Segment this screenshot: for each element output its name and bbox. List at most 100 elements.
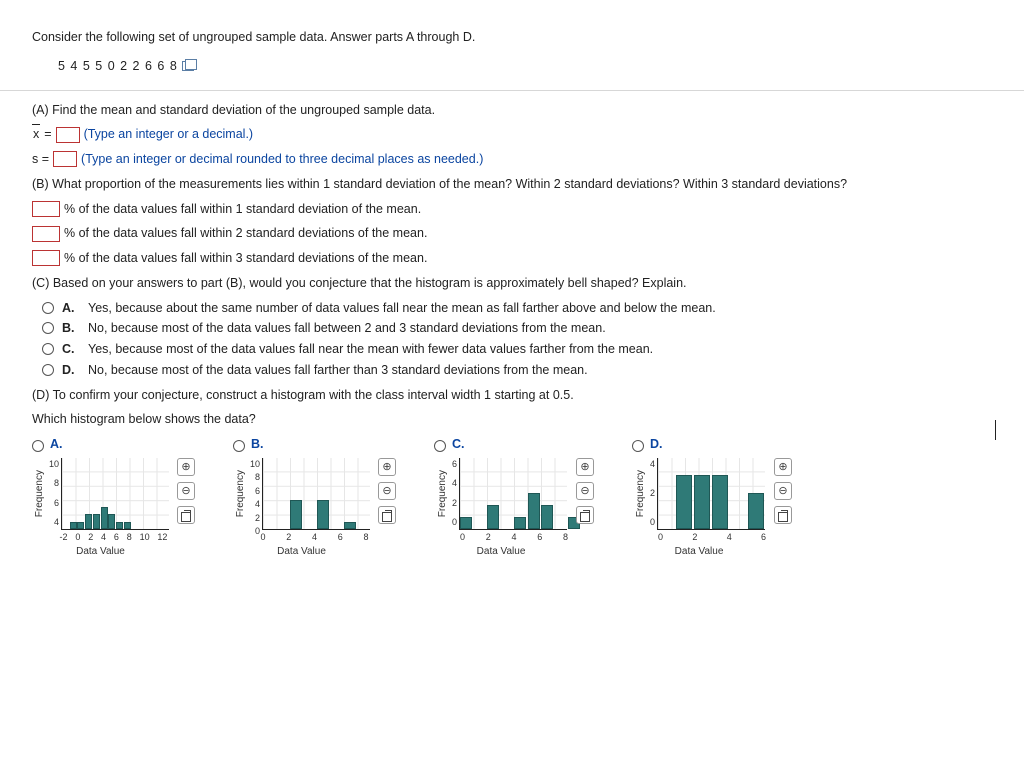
histogram-chart — [459, 458, 567, 530]
y-axis-label: Frequency — [633, 470, 648, 517]
within1-line: % of the data values fall within 1 stand… — [32, 200, 992, 219]
chart-tool-icons — [177, 458, 195, 524]
zoom-out-icon[interactable] — [576, 482, 594, 500]
chart-bar — [344, 522, 356, 529]
chart-bar — [116, 522, 123, 529]
y-axis-label: Frequency — [32, 470, 47, 517]
within3-line: % of the data values fall within 3 stand… — [32, 249, 992, 268]
y-axis-label: Frequency — [435, 470, 450, 517]
part-c-prompt: (C) Based on your answers to part (B), w… — [32, 274, 992, 293]
part-c-options: A. Yes, because about the same number of … — [32, 299, 992, 380]
chart-bar — [77, 522, 84, 529]
chart-bar — [694, 475, 710, 529]
radio-icon[interactable] — [42, 302, 54, 314]
radio-icon[interactable] — [233, 440, 245, 452]
histogram-option-C: C. Frequency642002468Data Value — [434, 435, 594, 559]
within3-input[interactable] — [32, 250, 60, 266]
chart-bar — [528, 493, 540, 529]
option-text: Yes, because about the same number of da… — [88, 299, 716, 318]
chart-bar — [712, 475, 728, 529]
histogram-option-D: D. Frequency4200246Data Value — [632, 435, 792, 559]
chart-bar — [85, 514, 92, 528]
histogram-chart — [262, 458, 370, 530]
mean-input[interactable] — [56, 127, 80, 143]
radio-icon[interactable] — [32, 440, 44, 452]
copy-icon[interactable] — [182, 61, 194, 71]
chart-bar — [70, 522, 77, 529]
x-axis-label: Data Value — [76, 544, 125, 559]
zoom-out-icon[interactable] — [177, 482, 195, 500]
x-ticks: 0246 — [658, 531, 766, 545]
within2-text: % of the data values fall within 2 stand… — [64, 224, 427, 243]
x-ticks: 02468 — [460, 531, 568, 545]
zoom-in-icon[interactable] — [576, 458, 594, 476]
part-d-subprompt: Which histogram below shows the data? — [32, 410, 992, 429]
histogram-chart — [61, 458, 169, 530]
radio-icon[interactable] — [42, 364, 54, 376]
within1-text: % of the data values fall within 1 stand… — [64, 200, 421, 219]
part-c-option-D[interactable]: D.No, because most of the data values fa… — [42, 361, 992, 380]
xbar-symbol: x — [32, 125, 40, 144]
popout-icon[interactable] — [177, 506, 195, 524]
y-ticks: 420 — [650, 458, 655, 530]
part-c-option-C[interactable]: C. Yes, because most of the data values f… — [42, 340, 992, 359]
sd-hint: (Type an integer or decimal rounded to t… — [81, 150, 483, 169]
y-ticks: 10864 — [49, 458, 59, 530]
within3-text: % of the data values fall within 3 stand… — [64, 249, 427, 268]
x-axis-label: Data Value — [675, 544, 724, 559]
zoom-in-icon[interactable] — [177, 458, 195, 476]
mean-input-line: x = (Type an integer or a decimal.) — [32, 125, 992, 144]
chart-bar — [101, 507, 108, 529]
radio-icon[interactable] — [434, 440, 446, 452]
zoom-out-icon[interactable] — [378, 482, 396, 500]
chart-bar — [541, 505, 553, 529]
option-letter: D. — [62, 361, 80, 380]
part-a-prompt: (A) Find the mean and standard deviation… — [32, 101, 992, 120]
chart-bar — [108, 514, 115, 528]
popout-icon[interactable] — [774, 506, 792, 524]
chart-bar — [317, 500, 329, 529]
zoom-in-icon[interactable] — [774, 458, 792, 476]
option-letter: A. — [62, 299, 80, 318]
zoom-out-icon[interactable] — [774, 482, 792, 500]
x-axis-label: Data Value — [477, 544, 526, 559]
chart-bar — [290, 500, 302, 529]
within1-input[interactable] — [32, 201, 60, 217]
histogram-letter: C. — [452, 435, 465, 454]
sd-input[interactable] — [53, 151, 77, 167]
x-ticks: 02468 — [261, 531, 369, 545]
histogram-option-B: B.Frequency108642002468Data Value — [233, 435, 396, 559]
option-text: No, because most of the data values fall… — [88, 319, 606, 338]
option-letter: C. — [62, 340, 80, 359]
chart-bar — [460, 517, 472, 529]
within2-line: % of the data values fall within 2 stand… — [32, 224, 992, 243]
radio-icon[interactable] — [632, 440, 644, 452]
y-ticks: 6420 — [452, 458, 457, 530]
zoom-in-icon[interactable] — [378, 458, 396, 476]
popout-icon[interactable] — [378, 506, 396, 524]
chart-tool-icons — [576, 458, 594, 524]
histogram-options: A.Frequency10864-2024681012Data ValueB.F… — [32, 435, 992, 559]
radio-icon[interactable] — [42, 322, 54, 334]
option-letter: B. — [62, 319, 80, 338]
chart-bar — [124, 522, 131, 529]
radio-icon[interactable] — [42, 343, 54, 355]
divider — [0, 90, 1024, 91]
part-b-prompt: (B) What proportion of the measurements … — [32, 175, 992, 194]
text-cursor — [995, 420, 996, 440]
sd-input-line: s = (Type an integer or decimal rounded … — [32, 150, 992, 169]
histogram-letter: A. — [50, 435, 63, 454]
part-c-option-A[interactable]: A. Yes, because about the same number of … — [42, 299, 992, 318]
part-c-option-B[interactable]: B. No, because most of the data values fa… — [42, 319, 992, 338]
histogram-option-A: A. Frequency10864-2024681012Data Value — [32, 435, 195, 559]
chart-bar — [676, 475, 692, 529]
histogram-letter: D. — [650, 435, 663, 454]
chart-bar — [514, 517, 526, 529]
x-ticks: -2024681012 — [60, 531, 168, 545]
option-text: Yes, because most of the data values fal… — [88, 340, 653, 359]
data-list: 5 4 5 5 0 2 2 6 6 8 — [58, 59, 178, 73]
popout-icon[interactable] — [576, 506, 594, 524]
s-prefix: s = — [32, 150, 49, 169]
x-axis-label: Data Value — [277, 544, 326, 559]
within2-input[interactable] — [32, 226, 60, 242]
